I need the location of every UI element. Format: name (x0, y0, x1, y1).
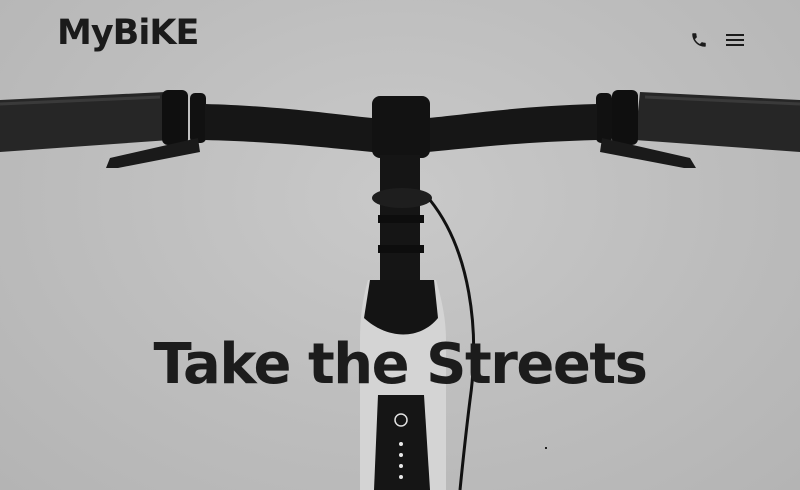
decorative-dot (545, 447, 547, 449)
hamburger-menu-icon (726, 34, 744, 46)
phone-icon (692, 33, 706, 47)
menu-button[interactable] (722, 27, 748, 53)
phone-button[interactable] (686, 27, 712, 53)
hero-headline: Take the Streets (153, 332, 648, 397)
site-header: MyBiKE (0, 0, 800, 78)
hero-section: MyBiKE Take the Streets (0, 0, 800, 490)
logo[interactable]: MyBiKE (57, 16, 199, 51)
